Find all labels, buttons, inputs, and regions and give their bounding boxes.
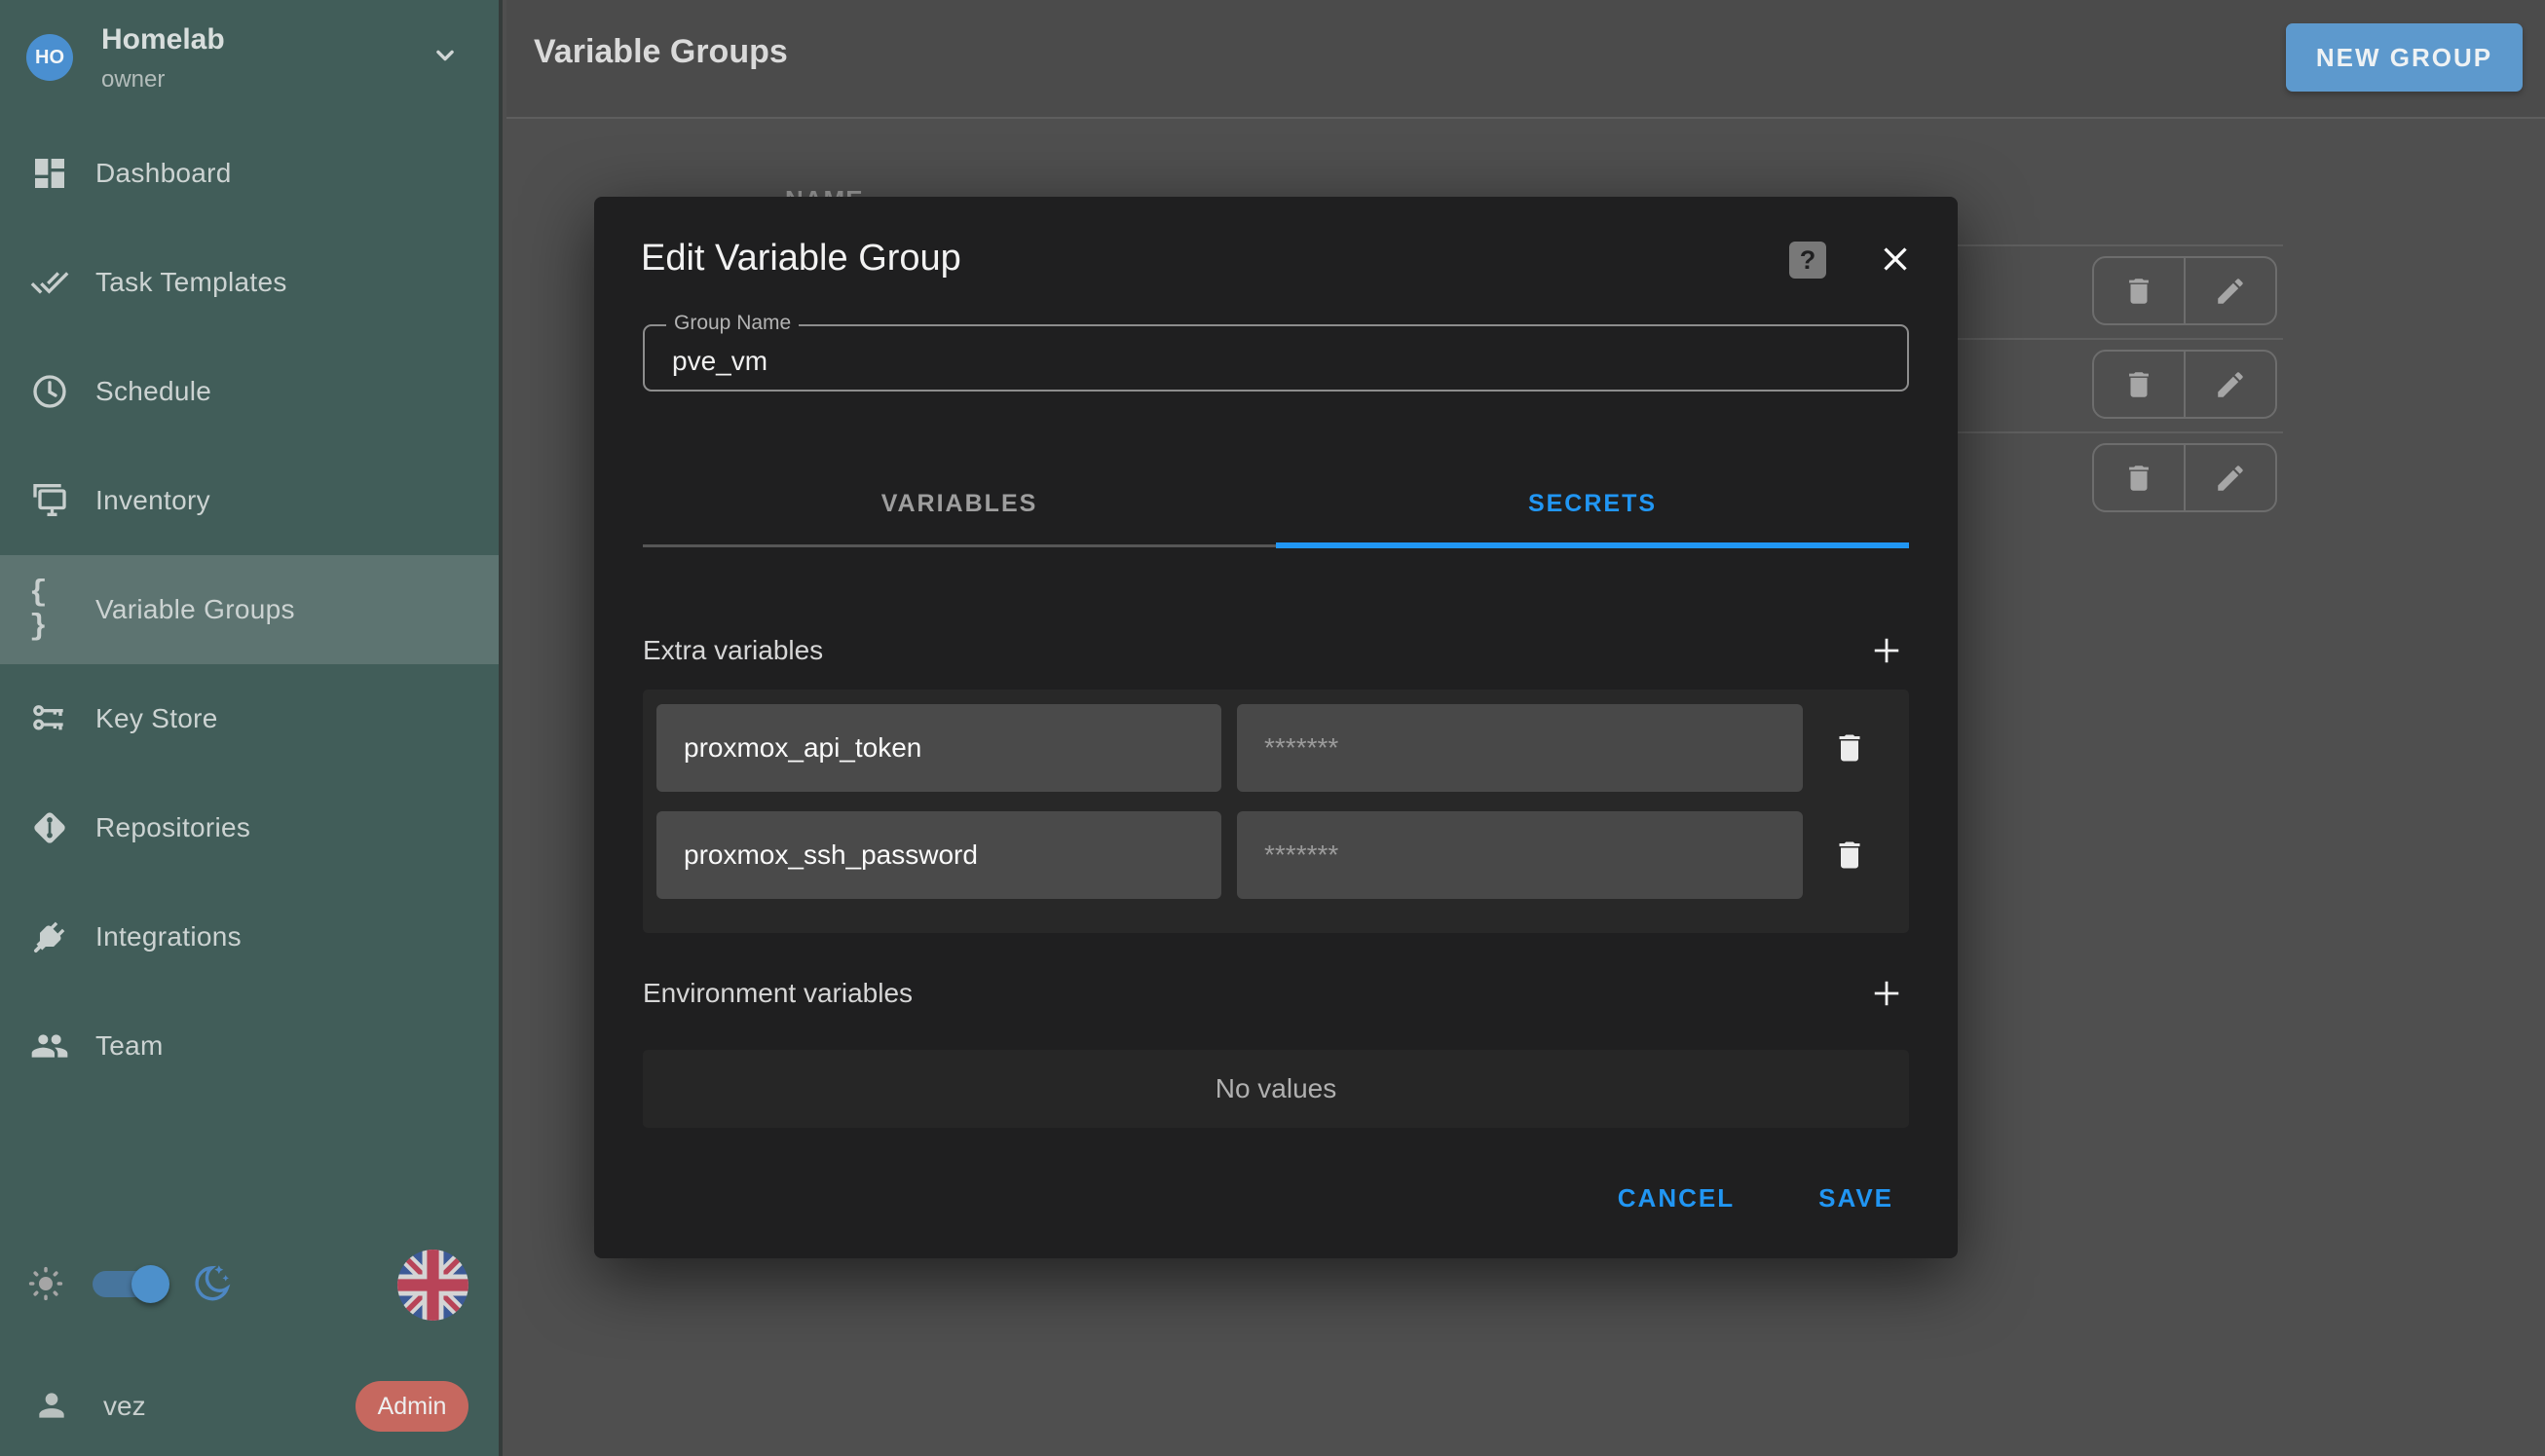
table-row-actions	[2092, 350, 2277, 419]
environment-variables-header: Environment variables	[643, 972, 1909, 1017]
save-button[interactable]: SAVE	[1809, 1172, 1903, 1225]
sidebar: HO Homelab owner Dashboard Task Template…	[0, 0, 503, 1456]
project-role: owner	[101, 66, 165, 93]
secret-value-input[interactable]	[1237, 704, 1803, 792]
delete-group-button[interactable]	[2094, 258, 2184, 323]
secret-row	[656, 704, 1895, 792]
user-row[interactable]: vez Admin	[0, 1371, 499, 1439]
no-values-text: No values	[1216, 1073, 1337, 1104]
braces-icon: { }	[29, 589, 70, 630]
sidebar-item-label: Key Store	[95, 703, 218, 734]
sidebar-item-label: Schedule	[95, 376, 211, 407]
group-name-field: Group Name	[643, 324, 1909, 392]
git-icon	[29, 807, 70, 848]
cancel-button[interactable]: CANCEL	[1608, 1172, 1744, 1225]
table-row-actions	[2092, 256, 2277, 325]
plug-icon	[29, 916, 70, 957]
secret-name-input[interactable]	[656, 811, 1221, 899]
sidebar-item-repositories[interactable]: Repositories	[0, 773, 499, 882]
sun-icon	[25, 1263, 66, 1309]
check-all-icon	[29, 262, 70, 303]
sidebar-item-label: Dashboard	[95, 158, 232, 189]
toggle-thumb	[131, 1265, 169, 1303]
sidebar-item-label: Variable Groups	[95, 594, 295, 625]
monitor-icon	[29, 480, 70, 521]
environment-variables-panel: No values	[643, 1050, 1909, 1128]
project-avatar: HO	[26, 34, 73, 81]
edit-variable-group-dialog: Edit Variable Group ? Group Name VARIABL…	[594, 197, 1958, 1258]
sidebar-item-dashboard[interactable]: Dashboard	[0, 119, 499, 228]
dark-mode-toggle[interactable]	[93, 1271, 167, 1297]
sidebar-nav: Dashboard Task Templates Schedule	[0, 119, 499, 1101]
new-group-button[interactable]: NEW GROUP	[2286, 23, 2523, 92]
extra-variables-header: Extra variables	[643, 629, 1909, 674]
close-icon[interactable]	[1873, 238, 1918, 282]
secret-value-input[interactable]	[1237, 811, 1803, 899]
project-name: Homelab	[101, 23, 225, 56]
extra-variables-label: Extra variables	[643, 635, 823, 666]
sidebar-item-label: Inventory	[95, 485, 210, 516]
sidebar-item-inventory[interactable]: Inventory	[0, 446, 499, 555]
sidebar-item-schedule[interactable]: Schedule	[0, 337, 499, 446]
add-environment-variable-button[interactable]	[1864, 972, 1909, 1017]
sidebar-item-label: Task Templates	[95, 267, 287, 298]
delete-group-button[interactable]	[2094, 352, 2184, 417]
dialog-actions: CANCEL SAVE	[1608, 1172, 1903, 1225]
admin-badge: Admin	[356, 1381, 468, 1432]
active-tab-indicator	[1276, 542, 1909, 548]
theme-row	[0, 1250, 499, 1320]
sidebar-item-label: Integrations	[95, 921, 242, 952]
secret-name-input[interactable]	[656, 704, 1221, 792]
user-icon	[33, 1387, 70, 1429]
add-extra-variable-button[interactable]	[1864, 629, 1909, 674]
secret-row	[656, 811, 1895, 899]
app-screen: HO Homelab owner Dashboard Task Template…	[0, 0, 2545, 1456]
table-row-actions	[2092, 443, 2277, 512]
edit-group-button[interactable]	[2184, 258, 2275, 323]
tab-secrets[interactable]: SECRETS	[1276, 463, 1909, 544]
uk-flag-icon[interactable]	[397, 1250, 468, 1321]
project-switcher[interactable]: HO Homelab owner	[0, 0, 499, 119]
sidebar-item-label: Team	[95, 1030, 164, 1062]
topbar: Variable Groups NEW GROUP	[506, 0, 2545, 119]
environment-variables-label: Environment variables	[643, 978, 913, 1009]
delete-secret-button[interactable]	[1803, 704, 1895, 792]
edit-group-button[interactable]	[2184, 445, 2275, 510]
delete-group-button[interactable]	[2094, 445, 2184, 510]
extra-variables-panel	[643, 690, 1909, 933]
team-icon	[29, 1026, 70, 1066]
moon-icon	[188, 1261, 233, 1311]
dialog-tabs: VARIABLES SECRETS	[643, 463, 1909, 547]
sidebar-item-label: Repositories	[95, 812, 250, 843]
dialog-title: Edit Variable Group	[641, 238, 961, 280]
chevron-down-icon[interactable]	[429, 39, 462, 77]
tab-variables[interactable]: VARIABLES	[643, 463, 1276, 544]
keys-icon	[29, 698, 70, 739]
help-button[interactable]: ?	[1789, 242, 1826, 279]
sidebar-item-integrations[interactable]: Integrations	[0, 882, 499, 991]
dashboard-icon	[29, 153, 70, 194]
sidebar-item-team[interactable]: Team	[0, 991, 499, 1101]
group-name-input[interactable]	[645, 326, 1907, 390]
page-title: Variable Groups	[534, 33, 788, 71]
edit-group-button[interactable]	[2184, 352, 2275, 417]
sidebar-item-variable-groups[interactable]: { } Variable Groups	[0, 555, 499, 664]
username: vez	[103, 1391, 146, 1422]
sidebar-item-key-store[interactable]: Key Store	[0, 664, 499, 773]
delete-secret-button[interactable]	[1803, 811, 1895, 899]
sidebar-item-task-templates[interactable]: Task Templates	[0, 228, 499, 337]
clock-icon	[29, 371, 70, 412]
